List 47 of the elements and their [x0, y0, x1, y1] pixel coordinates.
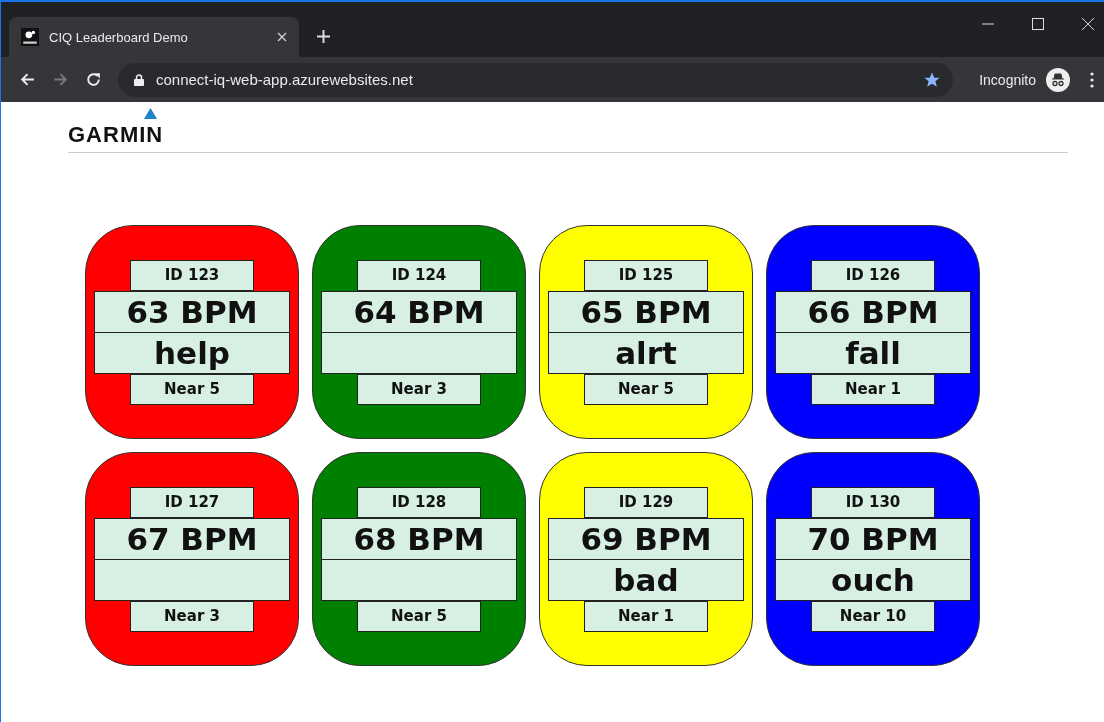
near-label: Near 5	[584, 373, 708, 405]
id-label: ID 126	[811, 259, 935, 291]
tab-title: CIQ Leaderboard Demo	[49, 29, 189, 45]
status-label: ouch	[775, 558, 971, 601]
status-label: fall	[775, 331, 971, 374]
bpm-label: 66 BPM	[775, 290, 971, 333]
close-icon[interactable]	[277, 32, 287, 42]
logo-text: GARMIN	[68, 122, 164, 147]
near-label: Near 1	[811, 373, 935, 405]
id-label: ID 130	[811, 486, 935, 518]
id-label: ID 127	[130, 486, 254, 518]
near-label: Near 3	[130, 600, 254, 632]
browser-tab[interactable]: CIQ Leaderboard Demo	[9, 17, 299, 57]
bpm-label: 64 BPM	[321, 290, 517, 333]
lock-icon	[134, 73, 144, 86]
menu-icon[interactable]	[1090, 71, 1094, 88]
favicon-icon	[21, 28, 39, 46]
profile-label[interactable]: Incognito	[979, 71, 1036, 88]
url-text: connect-iq-web-app.azurewebsites.net	[156, 71, 414, 88]
close-icon[interactable]	[1082, 18, 1094, 30]
bpm-label: 69 BPM	[548, 517, 744, 560]
status-label: alrt	[548, 331, 744, 374]
bpm-label: 68 BPM	[321, 517, 517, 560]
near-label: Near 1	[584, 600, 708, 632]
id-label: ID 124	[357, 259, 481, 291]
status-label: bad	[548, 558, 744, 601]
status-label: help	[94, 331, 290, 374]
near-label: Near 3	[357, 373, 481, 405]
incognito-icon[interactable]	[1046, 67, 1070, 92]
id-label: ID 125	[584, 259, 708, 291]
bpm-label: 70 BPM	[775, 517, 971, 560]
address-bar[interactable]: connect-iq-web-app.azurewebsites.net	[118, 62, 954, 97]
new-tab-icon[interactable]	[317, 30, 330, 43]
near-label: Near 10	[811, 600, 935, 632]
back-icon[interactable]	[19, 71, 36, 88]
bpm-label: 65 BPM	[548, 290, 744, 333]
forward-icon[interactable]	[52, 71, 69, 88]
bpm-label: 63 BPM	[94, 290, 290, 333]
reload-icon[interactable]	[85, 71, 102, 88]
near-label: Near 5	[130, 373, 254, 405]
id-label: ID 128	[357, 486, 481, 518]
bpm-label: 67 BPM	[94, 517, 290, 560]
triangle-icon	[144, 108, 158, 119]
id-label: ID 129	[584, 486, 708, 518]
id-label: ID 123	[130, 259, 254, 291]
near-label: Near 5	[357, 600, 481, 632]
maximize-icon[interactable]	[1032, 18, 1044, 30]
